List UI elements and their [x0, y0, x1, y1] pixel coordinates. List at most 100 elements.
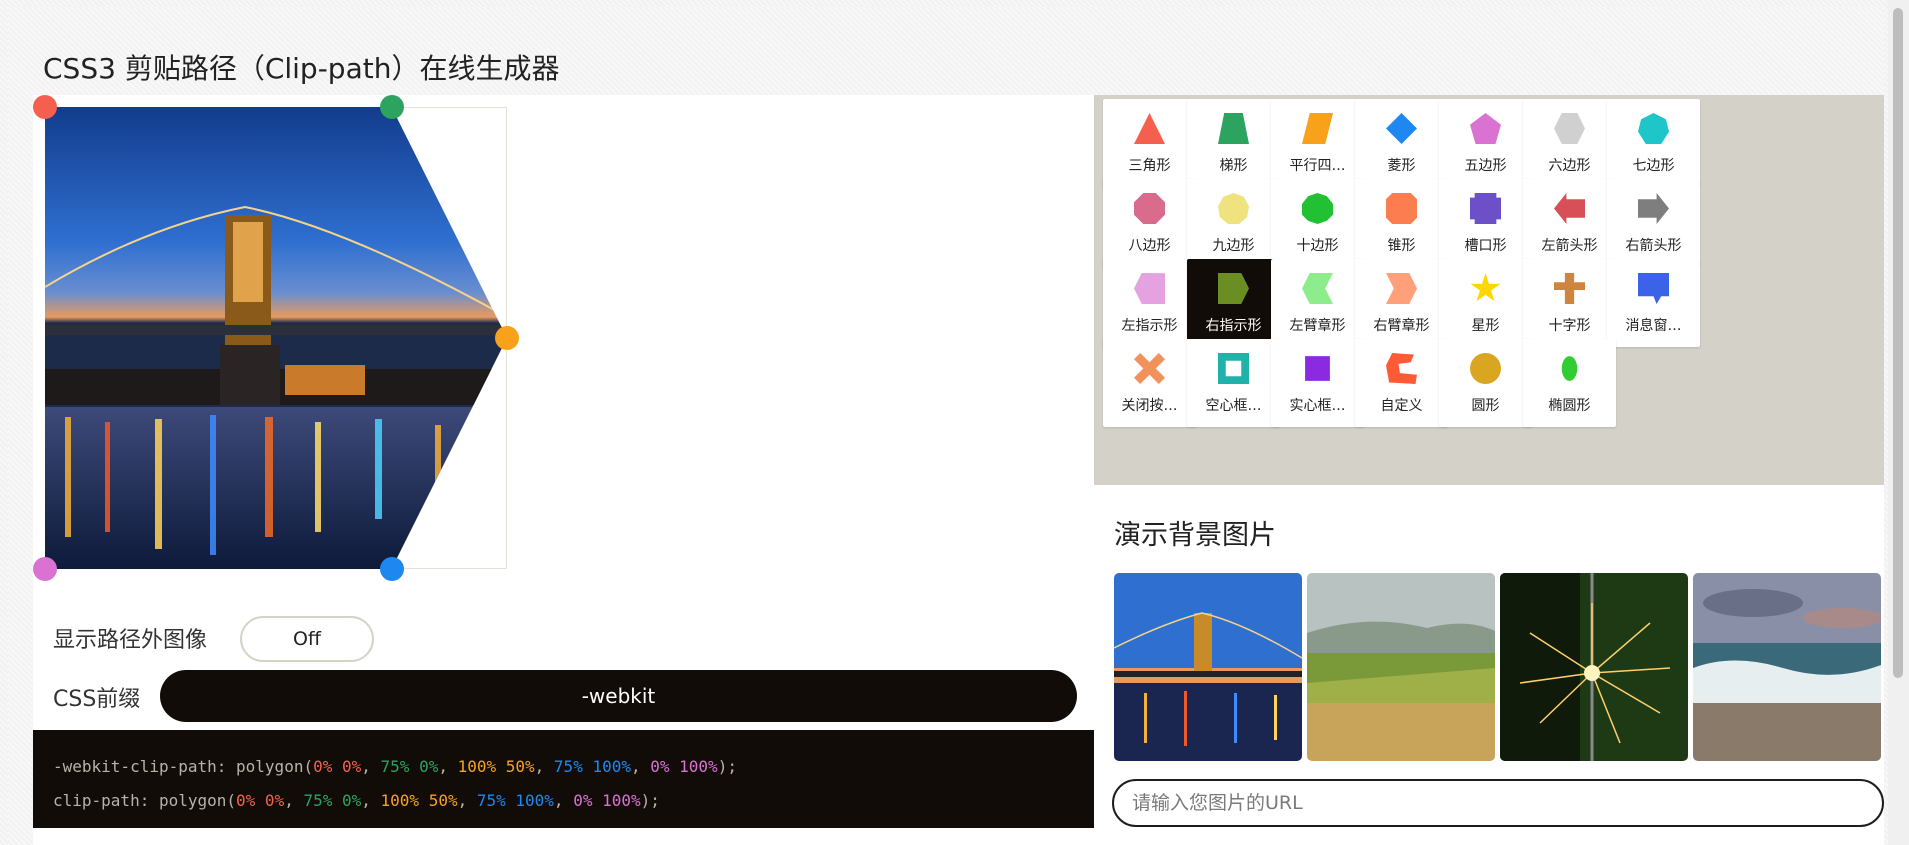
shape-label: 消息窗…: [1625, 318, 1682, 334]
octagon-icon: [1134, 193, 1165, 224]
shape-option[interactable]: 菱形: [1355, 99, 1448, 187]
frame-icon: [1218, 353, 1249, 384]
shape-option[interactable]: 十边形: [1271, 179, 1364, 267]
close-icon: [1134, 353, 1165, 384]
shape-option[interactable]: 消息窗…: [1607, 259, 1700, 347]
star-icon: [1470, 273, 1501, 302]
rhombus-icon: [1386, 113, 1417, 144]
shape-label: 十字形: [1548, 318, 1591, 334]
shape-label: 九边形: [1212, 238, 1255, 254]
shape-palette: 三角形 梯形 平行四… 菱形 五边形 六边形 七边形八边形 九边形 十边形 锥形 槽口形 左箭头形 右箭…: [1094, 95, 1884, 485]
shape-label: 槽口形: [1464, 238, 1507, 254]
rabbet-icon: [1470, 193, 1501, 224]
shape-option[interactable]: 右箭头形: [1607, 179, 1700, 267]
shape-label: 梯形: [1219, 158, 1248, 174]
code-line-standard: clip-path: polygon(0% 0%, 75% 0%, 100% 5…: [53, 791, 660, 810]
shape-option[interactable]: 右指示形: [1187, 259, 1280, 347]
shape-label: 自定义: [1380, 398, 1423, 414]
seashore-thumb[interactable]: [1693, 573, 1881, 761]
clip-path-editor: [33, 95, 519, 581]
shape-label: 六边形: [1548, 158, 1591, 174]
scrollbar[interactable]: [1888, 0, 1909, 845]
cross-icon: [1554, 273, 1585, 304]
handle-bottom-mid[interactable]: [379, 557, 404, 581]
shape-label: 空心框…: [1205, 398, 1262, 414]
shape-option[interactable]: 关闭按…: [1103, 339, 1196, 427]
shape-option[interactable]: 三角形: [1103, 99, 1196, 187]
shape-label: 八边形: [1128, 238, 1171, 254]
shape-label: 菱形: [1387, 158, 1416, 174]
shape-option[interactable]: 圆形: [1439, 339, 1532, 427]
css-code-output[interactable]: -webkit-clip-path: polygon(0% 0%, 75% 0%…: [33, 730, 1095, 828]
left-point-icon: [1134, 273, 1165, 304]
scrollbar-thumb[interactable]: [1893, 8, 1903, 678]
triangle-icon: [1134, 113, 1165, 144]
bevel-icon: [1386, 193, 1417, 224]
trapezoid-icon: [1218, 113, 1249, 144]
show-outside-label: 显示路径外图像: [53, 628, 208, 653]
nonagon-icon: [1218, 193, 1249, 224]
shape-label: 左臂章形: [1289, 318, 1346, 334]
shape-option[interactable]: 实心框…: [1271, 339, 1364, 427]
right-point-icon: [1218, 273, 1249, 304]
message-icon: [1638, 273, 1669, 304]
handle-bottom-left[interactable]: [33, 557, 57, 581]
shape-label: 左指示形: [1121, 318, 1178, 334]
shape-label: 右箭头形: [1625, 238, 1682, 254]
handle-right[interactable]: [495, 326, 519, 350]
shape-option[interactable]: 左箭头形: [1523, 179, 1616, 267]
shape-option[interactable]: 槽口形: [1439, 179, 1532, 267]
shape-label: 十边形: [1296, 238, 1339, 254]
square-icon: [1305, 356, 1330, 381]
shape-label: 锥形: [1387, 238, 1416, 254]
shape-label: 三角形: [1128, 158, 1171, 174]
circle-icon: [1470, 353, 1501, 384]
ellipse-icon: [1561, 356, 1578, 381]
handle-top-left[interactable]: [33, 95, 57, 119]
custom-icon: [1386, 353, 1417, 384]
shape-option[interactable]: 七边形: [1607, 99, 1700, 187]
right-chevron-icon: [1386, 273, 1417, 304]
shape-option[interactable]: 平行四…: [1271, 99, 1364, 187]
shape-option[interactable]: 左臂章形: [1271, 259, 1364, 347]
shape-option[interactable]: 左指示形: [1103, 259, 1196, 347]
shape-option[interactable]: 梯形: [1187, 99, 1280, 187]
shape-option[interactable]: 椭圆形: [1523, 339, 1616, 427]
shape-option[interactable]: 右臂章形: [1355, 259, 1448, 347]
handle-top-mid[interactable]: [379, 95, 404, 119]
editor-panel: 显示路径外图像 Off CSS前缀 -webkit -webkit-clip-p…: [33, 95, 1095, 845]
shape-option[interactable]: 十字形: [1523, 259, 1616, 347]
page-title: CSS3 剪贴路径（Clip-path）在线生成器: [43, 52, 560, 85]
left-chevron-icon: [1302, 273, 1333, 304]
shape-label: 右指示形: [1205, 318, 1262, 334]
shape-option[interactable]: 锥形: [1355, 179, 1448, 267]
sparkler-thumb[interactable]: [1500, 573, 1688, 761]
decagon-icon: [1302, 193, 1333, 224]
shape-label: 七边形: [1632, 158, 1675, 174]
prefix-toggle[interactable]: -webkit: [160, 670, 1077, 722]
show-outside-toggle[interactable]: Off: [240, 616, 374, 662]
heptagon-icon: [1638, 113, 1669, 144]
shape-label: 左箭头形: [1541, 238, 1598, 254]
shape-option[interactable]: 六边形: [1523, 99, 1616, 187]
countryside-thumb[interactable]: [1307, 573, 1495, 761]
shape-label: 五边形: [1464, 158, 1507, 174]
background-title: 演示背景图片: [1114, 520, 1276, 551]
right-arrow-icon: [1638, 193, 1669, 224]
shape-option[interactable]: 九边形: [1187, 179, 1280, 267]
shape-label: 实心框…: [1289, 398, 1346, 414]
hexagon-icon: [1554, 113, 1585, 144]
shape-option[interactable]: 五边形: [1439, 99, 1532, 187]
shape-option[interactable]: 八边形: [1103, 179, 1196, 267]
bridge-night-thumb[interactable]: [1114, 573, 1302, 761]
shape-option[interactable]: 星形: [1439, 259, 1532, 347]
shape-option[interactable]: 自定义: [1355, 339, 1448, 427]
pentagon-icon: [1470, 113, 1501, 144]
shape-option[interactable]: 空心框…: [1187, 339, 1280, 427]
left-arrow-icon: [1554, 193, 1585, 224]
shape-label: 右臂章形: [1373, 318, 1430, 334]
image-url-input[interactable]: [1112, 779, 1884, 827]
parallelogram-icon: [1302, 113, 1333, 144]
shape-label: 星形: [1471, 318, 1500, 334]
shape-label: 关闭按…: [1121, 398, 1178, 414]
